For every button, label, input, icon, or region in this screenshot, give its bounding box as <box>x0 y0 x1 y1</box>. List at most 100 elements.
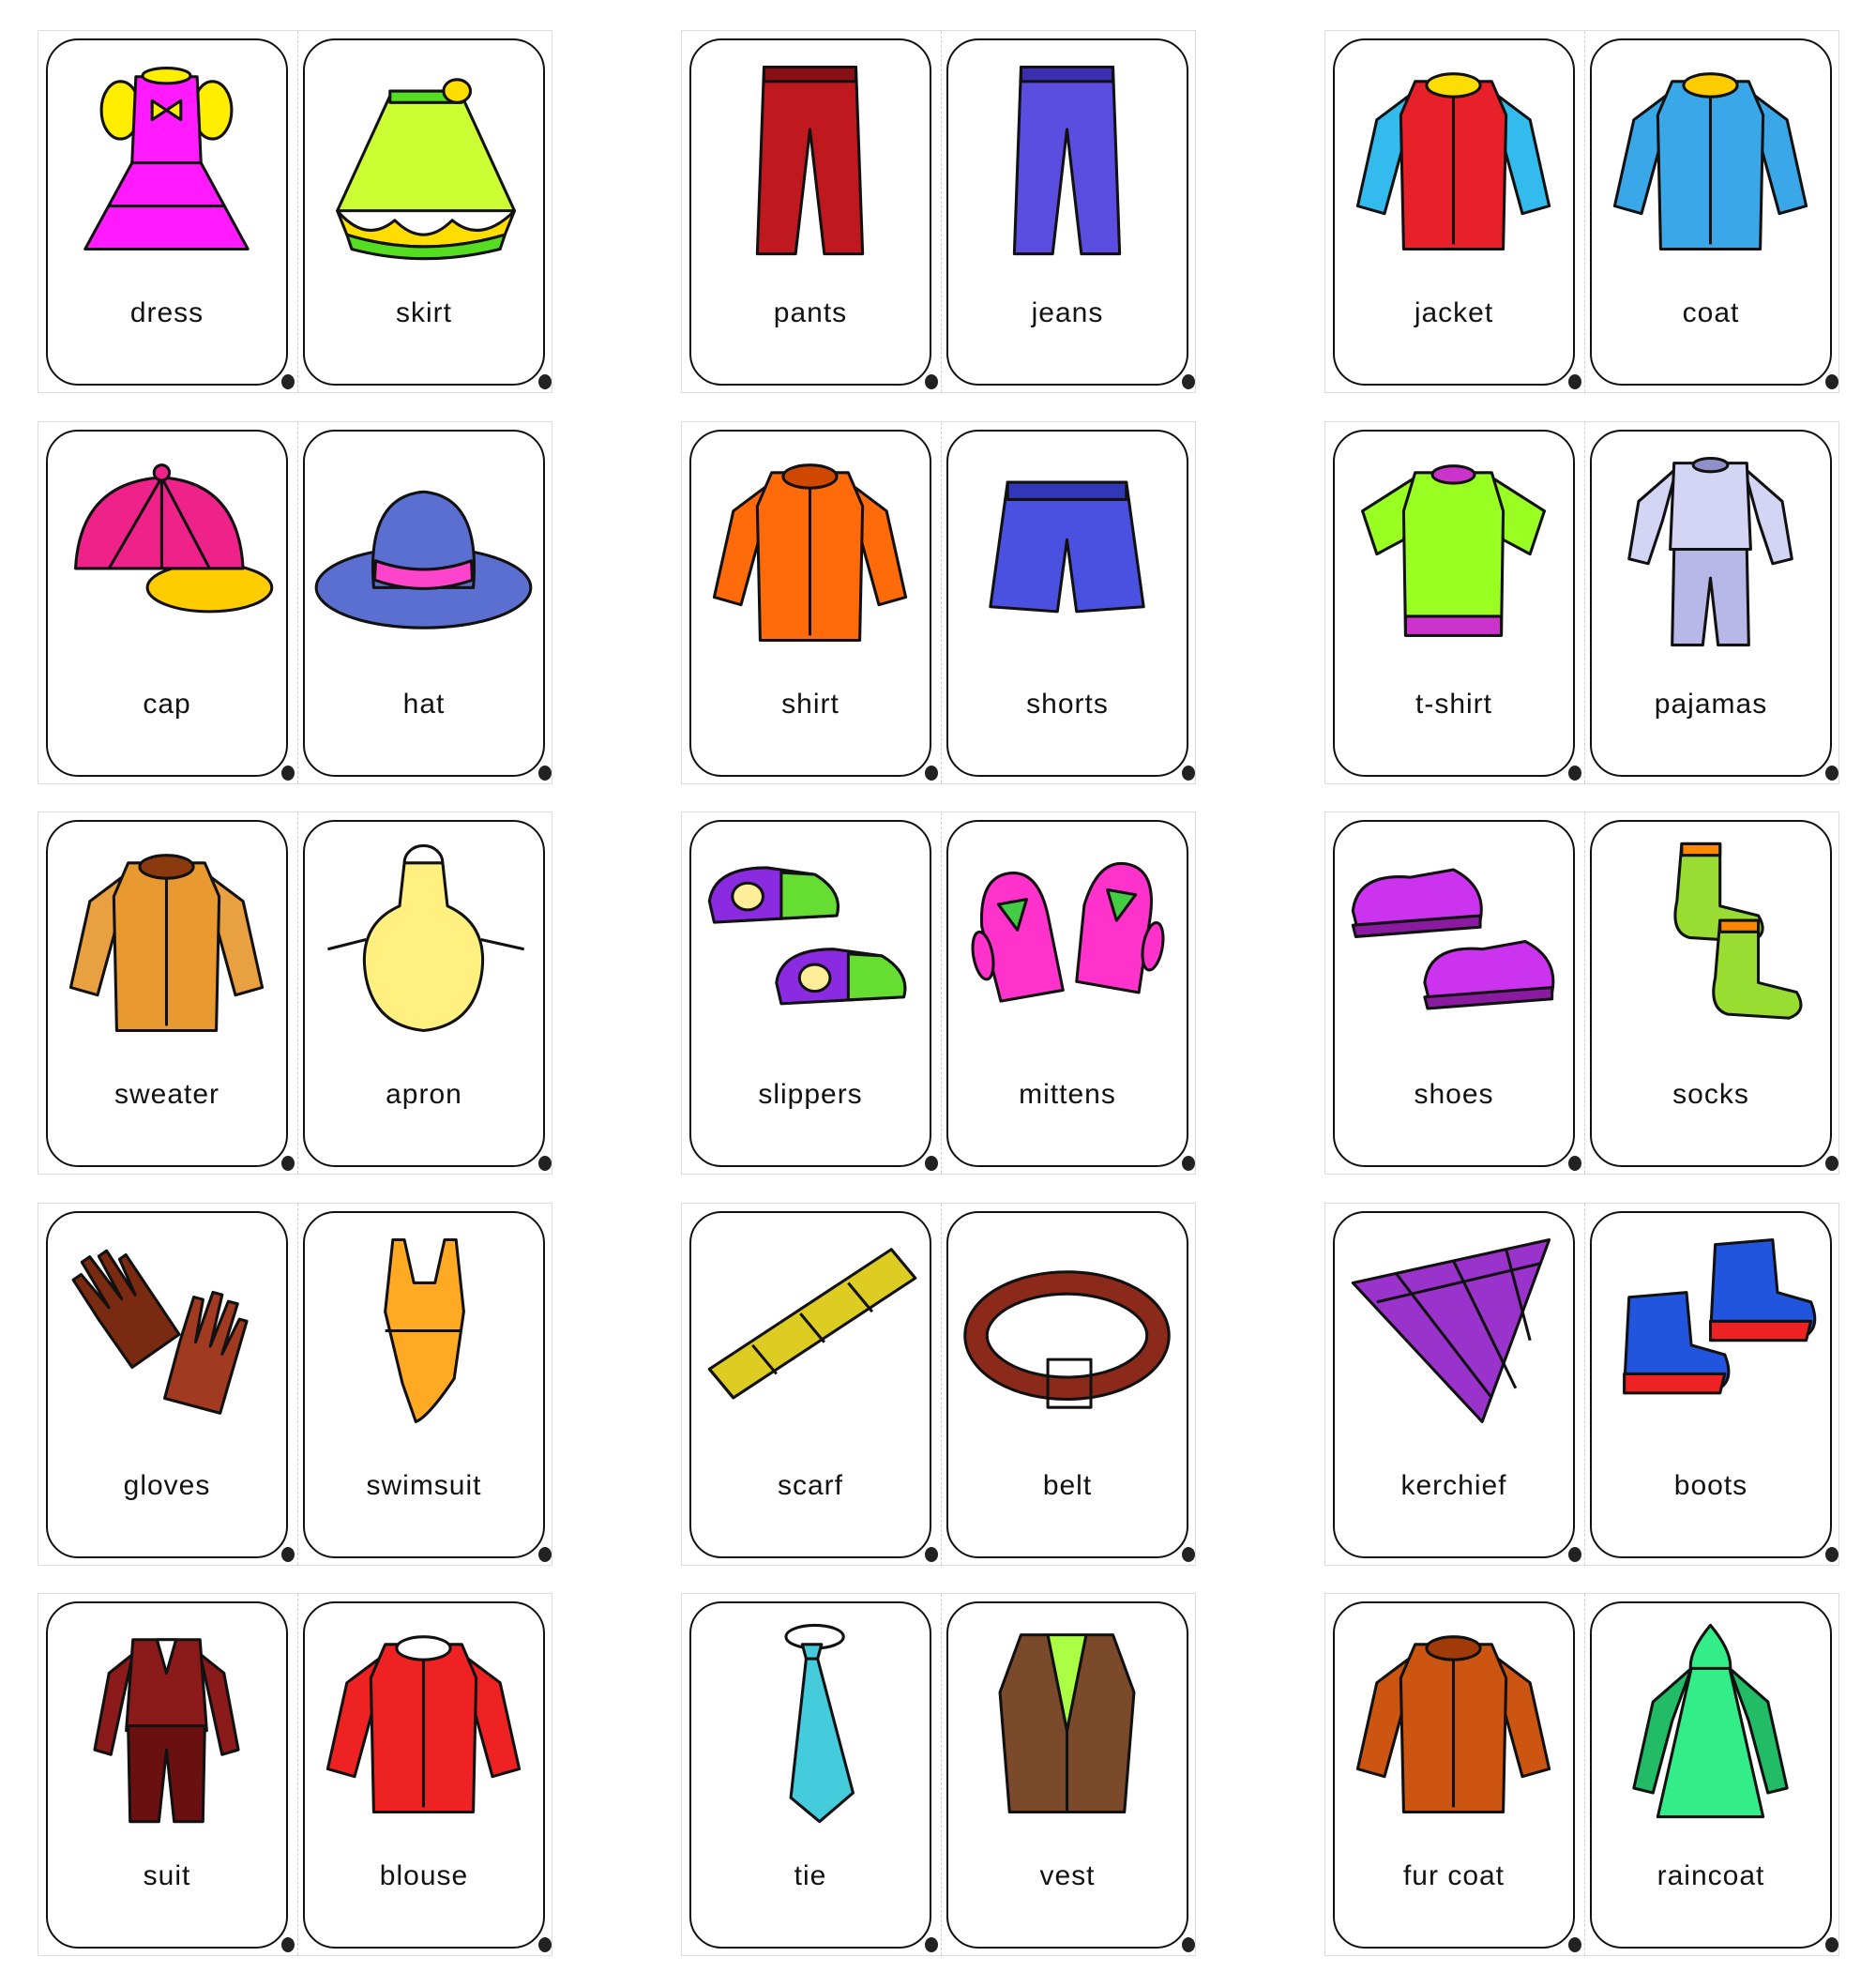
card-label: pajamas <box>1654 689 1768 720</box>
card-label: sweater <box>113 1079 220 1110</box>
cut-line <box>297 31 298 392</box>
tshirt-illustration-icon <box>1360 464 1547 637</box>
flashcard-fur-coat: fur coat <box>1333 1601 1581 1952</box>
card-label: pants <box>773 297 848 328</box>
publisher-logo-icon <box>925 1156 938 1171</box>
card-pair: sweater apron <box>38 811 552 1175</box>
flashcard-swimsuit: swimsuit <box>303 1211 552 1562</box>
flashcard-scarf: scarf <box>689 1211 938 1562</box>
cut-line <box>941 31 942 392</box>
card-label: mittens <box>1019 1079 1116 1110</box>
cut-line <box>1584 1594 1585 1955</box>
publisher-logo-icon <box>1182 1547 1195 1562</box>
flashcard-vest: vest <box>946 1601 1195 1952</box>
vest-illustration-icon <box>998 1633 1136 1814</box>
card-label: gloves <box>123 1470 211 1501</box>
top-illustration-icon <box>1355 1635 1551 1814</box>
card-pair: cap hat <box>38 421 552 784</box>
card-label: vest <box>1039 1860 1096 1891</box>
publisher-logo-icon <box>1568 1156 1581 1171</box>
publisher-logo-icon <box>925 1547 938 1562</box>
cut-line <box>1584 31 1585 392</box>
cut-line <box>297 1204 298 1565</box>
card-pair: suit blouse <box>38 1593 552 1956</box>
flashcard-kerchief: kerchief <box>1333 1211 1581 1562</box>
card-label: shorts <box>1026 689 1109 720</box>
publisher-logo-icon <box>281 1937 295 1952</box>
card-label: fur coat <box>1402 1860 1505 1891</box>
cut-line <box>1584 1204 1585 1565</box>
card-pair: t-shirt pajamas <box>1324 421 1839 784</box>
publisher-logo-icon <box>281 374 295 389</box>
publisher-logo-icon <box>1568 1547 1581 1562</box>
mittens-illustration-icon <box>971 861 1165 1003</box>
card-label: t-shirt <box>1415 689 1492 720</box>
card-pair: dress skirt <box>38 30 552 393</box>
flashcard-jeans: jeans <box>946 38 1195 389</box>
publisher-logo-icon <box>538 1937 552 1952</box>
pants-illustration-icon <box>755 65 865 256</box>
card-label: scarf <box>777 1470 843 1501</box>
apron-illustration-icon <box>327 843 525 1033</box>
flashcard-jacket: jacket <box>1333 38 1581 389</box>
cut-line <box>297 1594 298 1955</box>
card-label: apron <box>386 1079 462 1110</box>
shorts-illustration-icon <box>989 480 1145 614</box>
card-label: shoes <box>1414 1079 1494 1110</box>
card-label: belt <box>1042 1470 1093 1501</box>
publisher-logo-icon <box>925 374 938 389</box>
top-illustration-icon <box>1612 72 1808 251</box>
flashcard-suit: suit <box>46 1601 295 1952</box>
tie-illustration-icon <box>784 1623 855 1824</box>
flashcard-apron: apron <box>303 820 552 1171</box>
cut-line <box>941 1204 942 1565</box>
publisher-logo-icon <box>1825 374 1838 389</box>
pajamas-illustration-icon <box>1627 456 1793 647</box>
belt-illustration-icon <box>963 1270 1171 1409</box>
publisher-logo-icon <box>1825 766 1838 781</box>
socks-illustration-icon <box>1673 842 1803 1020</box>
flashcard-t-shirt: t-shirt <box>1333 430 1581 781</box>
publisher-logo-icon <box>1825 1547 1838 1562</box>
flashcard-coat: coat <box>1590 38 1838 389</box>
publisher-logo-icon <box>281 766 295 781</box>
publisher-logo-icon <box>538 766 552 781</box>
card-label: coat <box>1682 297 1740 328</box>
publisher-logo-icon <box>1182 766 1195 781</box>
flashcard-shoes: shoes <box>1333 820 1581 1171</box>
slippers-illustration-icon <box>707 866 907 1006</box>
flashcard-blouse: blouse <box>303 1601 552 1952</box>
cut-line <box>297 422 298 783</box>
flashcard-dress: dress <box>46 38 295 389</box>
card-label: slippers <box>758 1079 863 1110</box>
publisher-logo-icon <box>281 1156 295 1171</box>
boots-illustration-icon <box>1623 1237 1817 1395</box>
flashcard-pants: pants <box>689 38 938 389</box>
publisher-logo-icon <box>1825 1156 1838 1171</box>
card-pair: shirt shorts <box>681 421 1196 784</box>
cut-line <box>941 812 942 1174</box>
top-illustration-icon <box>68 854 265 1033</box>
flashcard-slippers: slippers <box>689 820 938 1171</box>
publisher-logo-icon <box>1568 1937 1581 1952</box>
card-label: tie <box>794 1860 827 1891</box>
flashcard-socks: socks <box>1590 820 1838 1171</box>
skirt-illustration-icon <box>336 78 517 261</box>
flashcard-shirt: shirt <box>689 430 938 781</box>
suit-illustration-icon <box>93 1638 240 1824</box>
top-illustration-icon <box>1355 72 1551 251</box>
publisher-logo-icon <box>538 1547 552 1562</box>
card-label: kerchief <box>1400 1470 1507 1501</box>
publisher-logo-icon <box>1568 374 1581 389</box>
card-pair: fur coat raincoat <box>1324 1593 1839 1956</box>
kerchief-illustration-icon <box>1351 1237 1551 1424</box>
flashcard-boots: boots <box>1590 1211 1838 1562</box>
swimsuit-illustration-icon <box>384 1237 465 1424</box>
publisher-logo-icon <box>925 1937 938 1952</box>
cut-line <box>297 812 298 1174</box>
shoes-illustration-icon <box>1351 868 1555 1010</box>
flashcard-tie: tie <box>689 1601 938 1952</box>
card-label: dress <box>129 297 204 328</box>
cap-illustration-icon <box>73 463 274 614</box>
publisher-logo-icon <box>1825 1937 1838 1952</box>
